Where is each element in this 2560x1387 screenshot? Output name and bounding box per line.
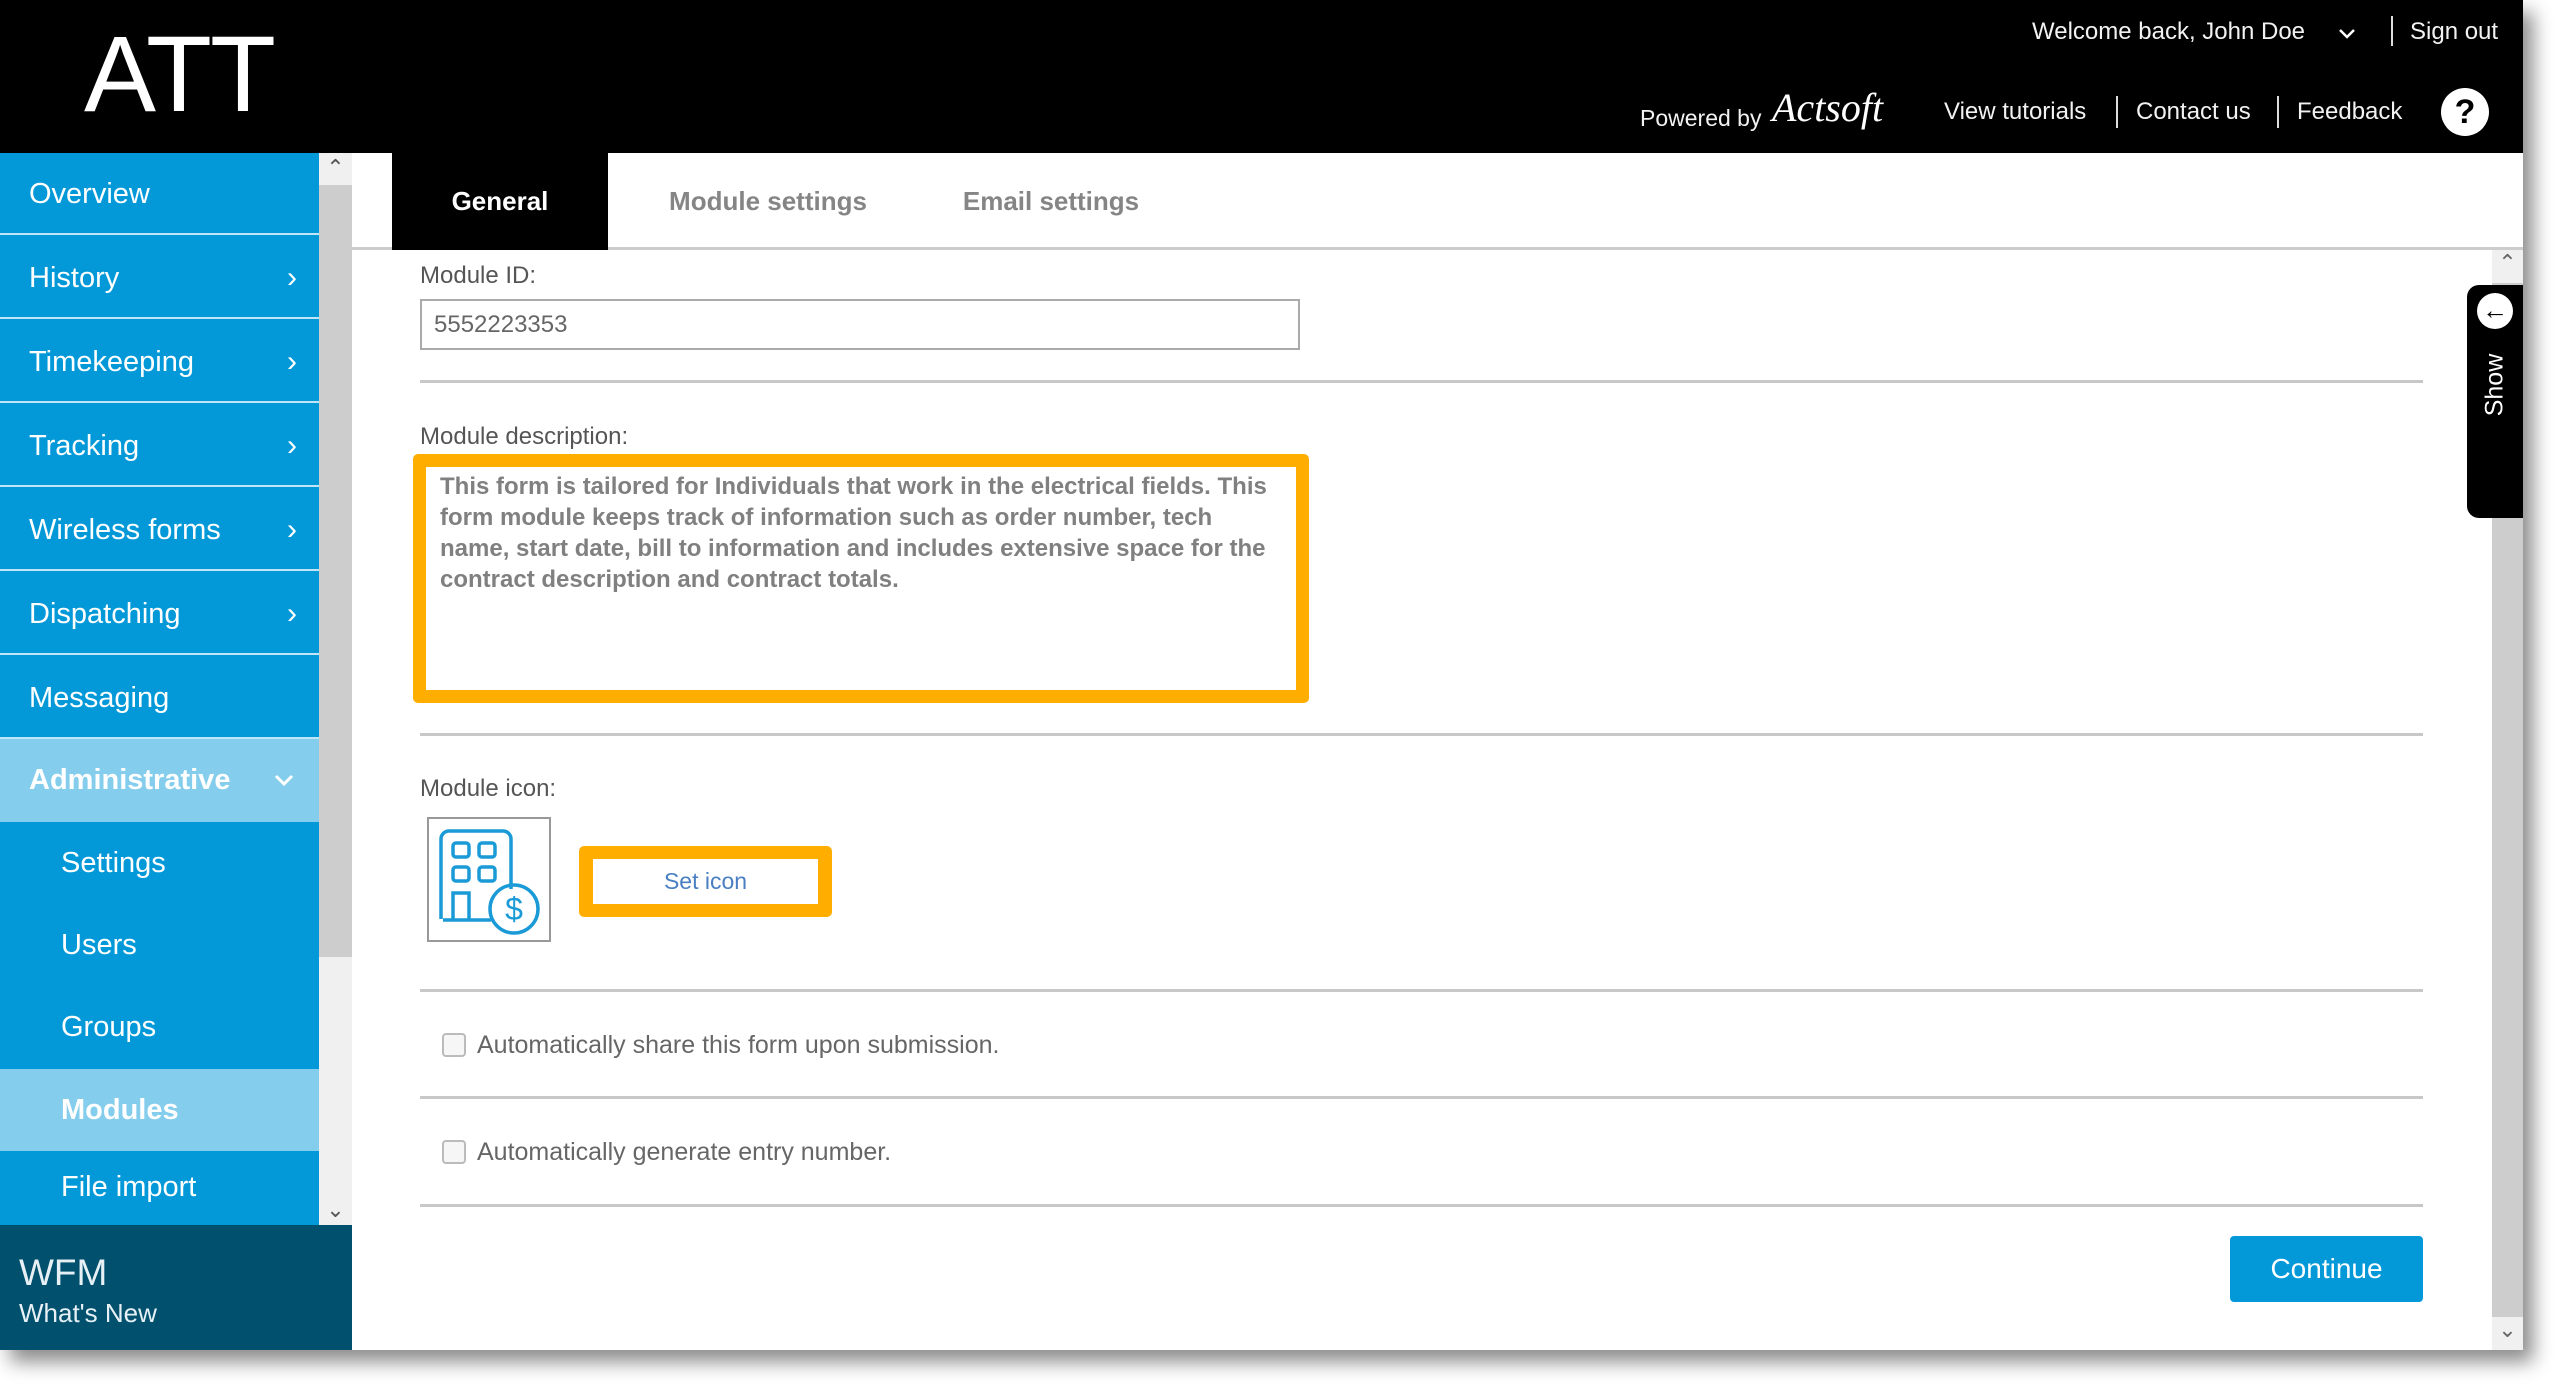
entry-number-checkbox[interactable] <box>442 1140 466 1164</box>
sidebar-item-label: Timekeeping <box>29 346 194 378</box>
tab-email-settings[interactable]: Email settings <box>928 153 1174 250</box>
view-tutorials-link[interactable]: View tutorials <box>1944 98 2086 126</box>
chevron-right-icon: › <box>287 513 297 546</box>
set-icon-highlight: Set icon <box>579 846 832 917</box>
tab-module-settings[interactable]: Module settings <box>608 153 928 250</box>
scroll-down-icon[interactable]: ⌄ <box>319 1197 352 1223</box>
divider <box>420 989 2423 992</box>
sidebar-item-dispatching[interactable]: Dispatching › <box>0 573 319 655</box>
sidebar-item-label: Messaging <box>29 682 170 714</box>
user-menu[interactable]: Welcome back, John Doe <box>2032 18 2305 46</box>
sign-out-link[interactable]: Sign out <box>2410 18 2498 46</box>
divider <box>420 733 2423 736</box>
tab-general[interactable]: General <box>392 153 608 250</box>
continue-button[interactable]: Continue <box>2230 1236 2423 1302</box>
sidebar-item-label: Dispatching <box>29 598 181 630</box>
header: ATT Welcome back, John Doe Sign out Powe… <box>0 0 2523 153</box>
sidebar-scrollbar[interactable]: ⌃ ⌄ <box>319 153 352 1225</box>
sidebar-item-label: Users <box>61 929 137 961</box>
scrollbar-thumb[interactable] <box>319 185 352 957</box>
sidebar-item-administrative[interactable]: Administrative <box>0 739 319 822</box>
app-window: ATT Welcome back, John Doe Sign out Powe… <box>0 0 2523 1350</box>
whats-new-panel[interactable]: WFM What's New <box>0 1225 352 1350</box>
entry-number-label[interactable]: Automatically generate entry number. <box>477 1138 891 1167</box>
contact-us-link[interactable]: Contact us <box>2136 98 2251 126</box>
logo: ATT <box>84 13 276 134</box>
module-icon-preview: $ <box>427 817 551 942</box>
help-icon[interactable]: ? <box>2441 88 2489 136</box>
sidebar-item-label: Tracking <box>29 430 140 462</box>
show-label: Show <box>2480 353 2509 417</box>
whats-new-link[interactable]: What's New <box>19 1298 352 1329</box>
sidebar-item-users[interactable]: Users <box>0 904 319 986</box>
sidebar-item-label: Wireless forms <box>29 514 221 546</box>
tab-bar: General Module settings Email settings <box>352 153 2523 250</box>
sidebar-item-settings[interactable]: Settings <box>0 822 319 904</box>
scroll-up-icon[interactable]: ⌃ <box>2492 250 2523 283</box>
chevron-right-icon: › <box>287 261 297 294</box>
sidebar-item-label: Modules <box>61 1094 179 1126</box>
building-dollar-icon: $ <box>439 829 540 935</box>
sidebar-item-groups[interactable]: Groups <box>0 986 319 1068</box>
chevron-right-icon: › <box>287 429 297 462</box>
powered-by-label: Powered by <box>1640 105 1762 131</box>
module-icon-label: Module icon: <box>420 775 557 802</box>
sidebar-item-tracking[interactable]: Tracking › <box>0 405 319 487</box>
sidebar-item-file-import[interactable]: File import <box>0 1151 319 1223</box>
module-id-label: Module ID: <box>420 262 537 289</box>
scroll-down-icon[interactable]: ⌄ <box>2492 1317 2523 1350</box>
feedback-link[interactable]: Feedback <box>2297 98 2402 126</box>
sidebar-item-label: Overview <box>29 178 150 210</box>
chevron-down-icon <box>274 774 294 787</box>
module-description-label: Module description: <box>420 423 629 450</box>
sidebar-item-label: Settings <box>61 847 166 879</box>
sidebar-item-label: Administrative <box>29 764 231 796</box>
divider <box>2277 96 2279 128</box>
sidebar-nav: Overview History › Timekeeping › Tracking ›… <box>0 153 319 1225</box>
sidebar-item-history[interactable]: History › <box>0 237 319 319</box>
chevron-right-icon: › <box>287 345 297 378</box>
sidebar-item-wireless-forms[interactable]: Wireless forms › <box>0 489 319 571</box>
divider <box>420 1096 2423 1099</box>
description-highlight: This form is tailored for Individuals th… <box>413 454 1309 703</box>
sidebar-item-timekeeping[interactable]: Timekeeping › <box>0 321 319 403</box>
arrow-left-icon: ← <box>2477 293 2513 329</box>
svg-text:$: $ <box>505 891 523 927</box>
set-icon-button[interactable]: Set icon <box>593 859 818 904</box>
sidebar-item-label: Groups <box>61 1011 157 1043</box>
sidebar-item-label: File import <box>61 1171 197 1203</box>
sidebar-item-label: History <box>29 262 120 294</box>
divider <box>420 1204 2423 1207</box>
divider <box>2116 96 2118 128</box>
module-description-textarea[interactable]: This form is tailored for Individuals th… <box>426 467 1296 690</box>
show-panel-toggle[interactable]: ← Show <box>2467 285 2523 518</box>
scroll-up-icon[interactable]: ⌃ <box>319 155 352 181</box>
actsoft-logo: Actsoft <box>1772 85 1884 130</box>
divider <box>2391 16 2393 46</box>
sidebar-item-modules[interactable]: Modules <box>0 1069 319 1151</box>
sidebar-item-overview[interactable]: Overview <box>0 153 319 235</box>
wfm-title: WFM <box>19 1252 108 1293</box>
chevron-right-icon: › <box>287 597 297 630</box>
sidebar-item-messaging[interactable]: Messaging <box>0 657 319 739</box>
chevron-down-icon[interactable] <box>2334 22 2360 44</box>
divider <box>420 380 2423 383</box>
module-id-input[interactable] <box>420 299 1300 350</box>
share-form-checkbox[interactable] <box>442 1033 466 1057</box>
share-form-label[interactable]: Automatically share this form upon submi… <box>477 1031 999 1060</box>
